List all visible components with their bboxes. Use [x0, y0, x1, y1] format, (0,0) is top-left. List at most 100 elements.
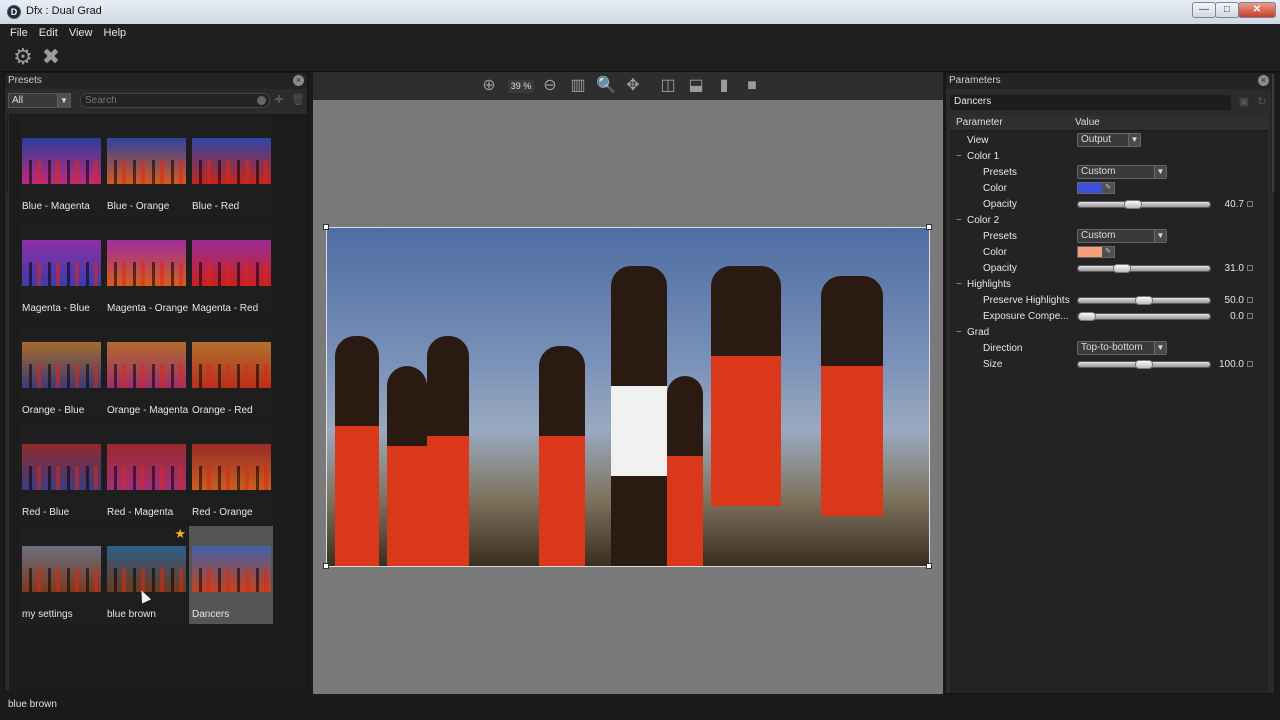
eyedropper-icon[interactable]: ✎ [1102, 183, 1114, 193]
menu-help[interactable]: Help [100, 24, 131, 39]
delete-preset-icon[interactable]: 🗑 [291, 94, 305, 106]
zoom-level[interactable]: 39 % [508, 80, 534, 93]
parameters-scrollbar[interactable] [1271, 73, 1275, 193]
save-preset-icon[interactable]: ▣ [1238, 96, 1250, 108]
crop-handle[interactable] [323, 563, 329, 569]
parameter-slider[interactable] [1077, 200, 1211, 209]
preset-tile[interactable]: Blue - Orange [104, 118, 188, 216]
magnifier-icon[interactable]: 🔍 [596, 77, 616, 95]
zoom-in-icon[interactable]: ⊕ [480, 77, 498, 95]
maximize-button[interactable]: □ [1215, 2, 1239, 18]
menu-view[interactable]: View [65, 24, 97, 39]
preset-label: Red - Orange [192, 507, 253, 518]
preset-thumbnail [22, 138, 101, 184]
slider-handle[interactable] [1113, 264, 1131, 273]
parameter-name: Opacity [983, 263, 1017, 274]
parameter-select[interactable]: Custom ▼ [1077, 165, 1167, 179]
gear-icon[interactable]: ⚙ [12, 46, 34, 68]
menu-edit[interactable]: Edit [35, 24, 62, 39]
app-icon: D [7, 5, 21, 19]
preset-tile[interactable]: Orange - Blue [19, 322, 103, 420]
add-preset-icon[interactable]: ✚ [273, 94, 285, 106]
keyframe-icon[interactable] [1247, 297, 1253, 303]
full-view-icon[interactable]: ■ [743, 77, 761, 95]
preset-tile[interactable]: Magenta - Blue [19, 220, 103, 318]
zoom-out-icon[interactable]: ⊖ [541, 77, 559, 95]
preset-tile[interactable]: blue brown ★ [104, 526, 188, 624]
current-preset-name[interactable]: Dancers [950, 95, 1231, 110]
fit-to-window-icon[interactable]: ▥ [569, 77, 587, 95]
parameter-select[interactable]: Top-to-bottom ▼ [1077, 341, 1167, 355]
parameter-group[interactable]: − Highlights [950, 277, 1268, 293]
crop-handle[interactable] [926, 563, 932, 569]
preset-tile[interactable]: Blue - Red [189, 118, 273, 216]
reset-preset-icon[interactable]: ↻ [1256, 96, 1268, 108]
parameter-select[interactable]: Custom ▼ [1077, 229, 1167, 243]
single-view-icon[interactable]: ▮ [715, 77, 733, 95]
star-icon: ★ [174, 526, 186, 541]
color-swatch[interactable]: ✎ [1077, 182, 1115, 194]
cancel-icon[interactable]: ✖ [40, 46, 62, 68]
parameter-name: Color [983, 183, 1007, 194]
split-vertical-icon[interactable]: ◫ [659, 77, 677, 95]
parameter-group[interactable]: − Color 1 [950, 149, 1268, 165]
parameter-value[interactable]: 40.7 [1225, 199, 1244, 210]
keyframe-icon[interactable] [1247, 265, 1253, 271]
parameter-select[interactable]: Output ▼ [1077, 133, 1141, 147]
parameter-value[interactable]: 31.0 [1225, 263, 1244, 274]
keyframe-icon[interactable] [1247, 201, 1253, 207]
parameter-row: Size 100.0 [950, 357, 1268, 373]
preset-tile[interactable]: Magenta - Orange [104, 220, 188, 318]
preset-tile[interactable]: my settings [19, 526, 103, 624]
parameter-group[interactable]: − Color 2 [950, 213, 1268, 229]
slider-handle[interactable] [1135, 360, 1153, 369]
slider-handle[interactable] [1078, 312, 1096, 321]
crop-handle[interactable] [323, 224, 329, 230]
parameter-select-value: Top-to-bottom [1081, 342, 1143, 353]
parameter-slider[interactable] [1077, 264, 1211, 273]
color-swatch[interactable]: ✎ [1077, 246, 1115, 258]
preset-tile[interactable]: Red - Orange [189, 424, 273, 522]
preset-thumbnail [192, 444, 271, 490]
parameter-row: Color ✎ [950, 181, 1268, 197]
preset-tile[interactable]: Blue - Magenta [19, 118, 103, 216]
collapse-icon[interactable]: − [956, 215, 962, 226]
parameter-slider[interactable] [1077, 360, 1211, 369]
preset-filter-select[interactable]: All ▼ [8, 93, 71, 108]
presets-scrollbar[interactable] [6, 114, 8, 194]
close-presets-panel-icon[interactable]: × [293, 75, 304, 86]
close-window-button[interactable]: ✕ [1238, 2, 1276, 18]
split-horizontal-icon[interactable]: ⬓ [687, 77, 705, 95]
parameter-row: Color ✎ [950, 245, 1268, 261]
parameter-name: Exposure Compe... [983, 311, 1069, 322]
parameter-value[interactable]: 0.0 [1230, 311, 1244, 322]
collapse-icon[interactable]: − [956, 151, 962, 162]
keyframe-icon[interactable] [1247, 361, 1253, 367]
eyedropper-icon[interactable]: ✎ [1102, 247, 1114, 257]
menu-file[interactable]: File [6, 24, 32, 39]
parameter-slider[interactable] [1077, 312, 1211, 321]
preset-tile[interactable]: Orange - Red [189, 322, 273, 420]
slider-handle[interactable] [1135, 296, 1153, 305]
preset-tile[interactable]: Red - Blue [19, 424, 103, 522]
preset-search-input[interactable]: Search [80, 93, 270, 108]
collapse-icon[interactable]: − [956, 279, 962, 290]
close-parameters-panel-icon[interactable]: × [1258, 75, 1269, 86]
preview-image[interactable] [326, 227, 930, 567]
slider-handle[interactable] [1124, 200, 1142, 209]
parameter-value[interactable]: 100.0 [1219, 359, 1244, 370]
parameter-value[interactable]: 50.0 [1225, 295, 1244, 306]
preset-tile[interactable]: Red - Magenta [104, 424, 188, 522]
preset-tile[interactable]: Dancers [189, 526, 273, 624]
clear-search-icon[interactable] [257, 96, 266, 105]
collapse-icon[interactable]: − [956, 327, 962, 338]
parameter-slider[interactable] [1077, 296, 1211, 305]
minimize-button[interactable]: — [1192, 2, 1216, 18]
preset-tile[interactable]: Magenta - Red [189, 220, 273, 318]
crop-handle[interactable] [926, 224, 932, 230]
keyframe-icon[interactable] [1247, 313, 1253, 319]
parameter-group[interactable]: − Grad [950, 325, 1268, 341]
parameter-row: Exposure Compe... 0.0 [950, 309, 1268, 325]
pan-icon[interactable]: ✥ [624, 77, 642, 95]
preset-tile[interactable]: Orange - Magenta [104, 322, 188, 420]
